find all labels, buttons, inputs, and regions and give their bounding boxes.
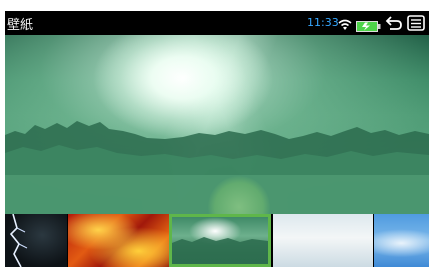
back-icon[interactable] — [385, 15, 403, 35]
wallpaper-preview[interactable] — [5, 35, 429, 214]
lightning-bolt — [9, 214, 28, 267]
menu-icon[interactable] — [407, 15, 425, 35]
thumbnail-sky[interactable] — [374, 214, 429, 267]
thumbnail-fire[interactable] — [68, 214, 169, 267]
thumbnail-clouds[interactable] — [273, 214, 373, 267]
thumbnail-lightning[interactable] — [5, 214, 67, 267]
clock-time: 11:33 — [307, 16, 339, 29]
device-screen: 壁紙 11:33 — [5, 11, 429, 267]
wifi-icon — [338, 16, 352, 35]
screen-title: 壁紙 — [7, 18, 34, 33]
thumbnail-forest[interactable] — [169, 214, 271, 267]
thumbnail-strip[interactable] — [5, 214, 429, 267]
status-bar: 壁紙 11:33 — [5, 11, 429, 35]
battery-charging-icon — [356, 17, 381, 36]
forest-thumb-trees — [172, 237, 268, 264]
